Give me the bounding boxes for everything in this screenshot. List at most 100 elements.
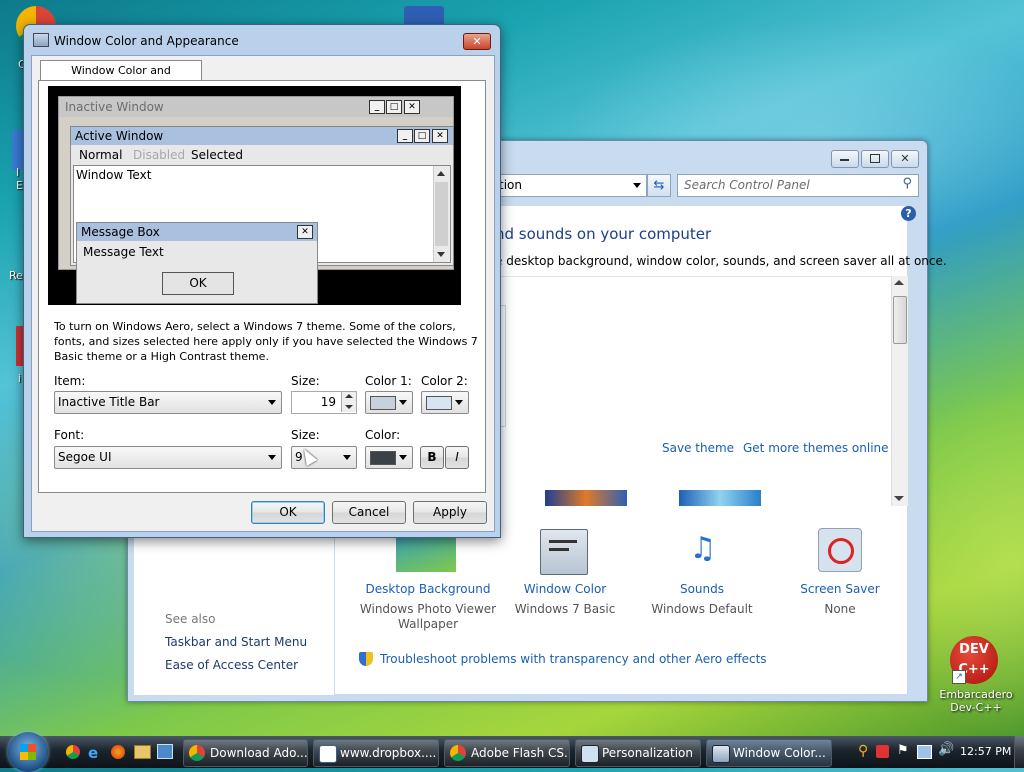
- tray-flag-icon[interactable]: ⚑: [897, 743, 909, 758]
- monitor-icon: [581, 745, 599, 763]
- start-button[interactable]: [8, 732, 48, 772]
- search-placeholder: Search Control Panel: [684, 178, 810, 192]
- see-also-heading: See also: [165, 612, 216, 626]
- dialog-title: Window Color and Appearance: [54, 34, 239, 48]
- search-icon[interactable]: ⚲: [902, 176, 912, 191]
- quicklaunch-ie-icon[interactable]: e: [88, 744, 98, 762]
- spin-down-button[interactable]: [341, 402, 356, 412]
- italic-button[interactable]: I: [445, 446, 469, 469]
- address-text: tion: [499, 178, 522, 192]
- preview-message-box[interactable]: Message Box ✕ Message Text OK: [76, 222, 318, 304]
- chevron-down-icon: [455, 400, 463, 405]
- dialog-body: Window Color and Appearance Inactive Win…: [31, 55, 495, 532]
- desktop-icon-label: i: [18, 372, 22, 385]
- chevron-down-icon: [268, 400, 276, 405]
- tray-app-icon[interactable]: [876, 745, 889, 758]
- window-color-icon: [712, 745, 730, 763]
- quicklaunch-chrome-icon[interactable]: [66, 745, 80, 759]
- color1-picker[interactable]: [365, 391, 413, 414]
- window-text: Window Text: [76, 168, 152, 182]
- close-button[interactable]: ✕: [891, 150, 919, 168]
- taskbar-button[interactable]: Adobe Flash CS...: [444, 739, 570, 767]
- quicklaunch-show-desktop-icon[interactable]: [157, 744, 173, 759]
- screen-saver-title: Screen Saver: [800, 582, 880, 596]
- show-desktop-button[interactable]: [1014, 736, 1024, 768]
- color1-swatch: [370, 396, 396, 410]
- minimize-button[interactable]: [831, 150, 859, 168]
- address-dropdown-icon[interactable]: [633, 183, 641, 188]
- search-input[interactable]: Search Control Panel ⚲: [677, 174, 919, 197]
- taskbar-button[interactable]: Download Ado...: [183, 739, 308, 767]
- chevron-down-icon: [343, 455, 351, 460]
- sounds-icon: ♫: [689, 531, 717, 566]
- page-heading: nd sounds on your computer: [495, 225, 712, 243]
- shield-icon: [359, 652, 373, 666]
- taskbar-button[interactable]: www.dropbox....: [313, 739, 439, 767]
- tray-volume-icon[interactable]: 🔊: [938, 742, 954, 757]
- window-color-title: Window Color: [523, 582, 607, 596]
- desktop-background-sub: Windows Photo Viewer: [359, 602, 497, 616]
- scrollbar-thumb[interactable]: [893, 296, 907, 344]
- item-label: Item:: [54, 374, 86, 388]
- chevron-down-icon: [399, 455, 407, 460]
- font-select[interactable]: Segoe UI: [54, 446, 282, 469]
- get-more-themes-link[interactable]: Get more themes online: [743, 441, 889, 455]
- taskbar-button[interactable]: Personalization: [575, 739, 701, 767]
- msgbox-text: Message Text: [83, 245, 164, 259]
- tray-clock[interactable]: 12:57 PM: [960, 745, 1011, 758]
- tray-search-icon[interactable]: ⚲: [858, 743, 868, 759]
- troubleshoot-link[interactable]: Troubleshoot problems with transparency …: [380, 652, 767, 666]
- active-title: Active Window: [75, 129, 164, 143]
- msgbox-close-icon: ✕: [297, 225, 313, 239]
- taskbar-button[interactable]: Window Color...: [706, 739, 832, 767]
- refresh-button[interactable]: ⇆: [647, 174, 671, 197]
- preview-scrollbar: [433, 166, 450, 262]
- bold-button[interactable]: B: [420, 446, 444, 469]
- window-color-icon: [540, 529, 588, 575]
- theme-list-scrollbar[interactable]: [891, 276, 908, 506]
- chrome-icon: [189, 745, 205, 761]
- theme-thumbnail[interactable]: [679, 490, 761, 506]
- taskbar-button-label: Download Ado...: [210, 746, 308, 760]
- menu-selected: Selected: [191, 148, 244, 162]
- chrome-icon: [450, 745, 466, 761]
- window-color-dialog: Window Color and Appearance ✕ Window Col…: [23, 24, 501, 538]
- tab-window-color[interactable]: Window Color and Appearance: [40, 60, 202, 97]
- desktop-background-title: Desktop Background: [365, 582, 491, 596]
- quicklaunch-explorer-icon[interactable]: [134, 745, 151, 759]
- dialog-app-icon: [33, 33, 49, 47]
- menu-normal: Normal: [79, 148, 123, 162]
- restore-button[interactable]: [861, 150, 889, 168]
- help-icon[interactable]: ?: [901, 206, 916, 221]
- dialog-close-button[interactable]: ✕: [463, 33, 491, 50]
- taskbar-button-label: www.dropbox....: [340, 746, 437, 760]
- color2-picker[interactable]: [421, 391, 469, 414]
- inactive-minimize-icon: _: [369, 100, 385, 114]
- theme-list[interactable]: Save theme Get more themes online: [495, 276, 907, 507]
- item-select[interactable]: Inactive Title Bar: [54, 391, 282, 414]
- quicklaunch-firefox-icon[interactable]: [111, 745, 125, 759]
- cancel-button[interactable]: Cancel: [332, 501, 406, 524]
- size-spinner[interactable]: 19: [291, 391, 357, 414]
- active-close-icon: ✕: [432, 129, 448, 143]
- page-subheading: e desktop background, window color, soun…: [495, 254, 947, 268]
- inactive-title: Inactive Window: [65, 100, 164, 114]
- address-bar[interactable]: tion: [493, 174, 647, 197]
- color2-swatch: [426, 396, 452, 410]
- font-color-label: Color:: [365, 428, 401, 442]
- shortcut-arrow-icon: ↗: [952, 670, 966, 684]
- sounds-title: Sounds: [679, 582, 725, 596]
- inactive-close-icon: ✕: [404, 100, 420, 114]
- info-text: To turn on Windows Aero, select a Window…: [54, 320, 478, 363]
- font-color-picker[interactable]: [365, 446, 413, 469]
- theme-thumbnail[interactable]: [545, 490, 627, 506]
- apply-button[interactable]: Apply: [413, 501, 487, 524]
- font-size-label: Size:: [291, 428, 320, 442]
- ok-button[interactable]: OK: [251, 501, 325, 524]
- ease-of-access-link[interactable]: Ease of Access Center: [165, 658, 298, 672]
- screen-saver-icon: [818, 528, 862, 572]
- save-theme-link[interactable]: Save theme: [662, 441, 734, 455]
- tray-network-icon[interactable]: [917, 745, 932, 759]
- chevron-down-icon: [399, 400, 407, 405]
- taskbar-start-menu-link[interactable]: Taskbar and Start Menu: [165, 635, 307, 649]
